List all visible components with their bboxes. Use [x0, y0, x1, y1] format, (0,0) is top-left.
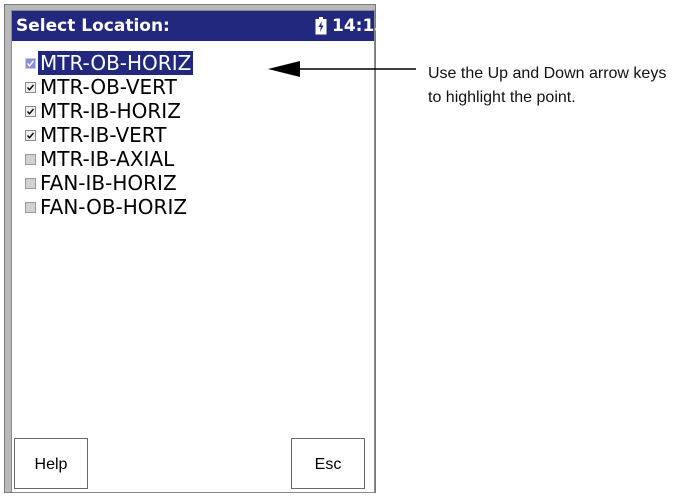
- callout-text: Use the Up and Down arrow keys to highli…: [428, 65, 667, 106]
